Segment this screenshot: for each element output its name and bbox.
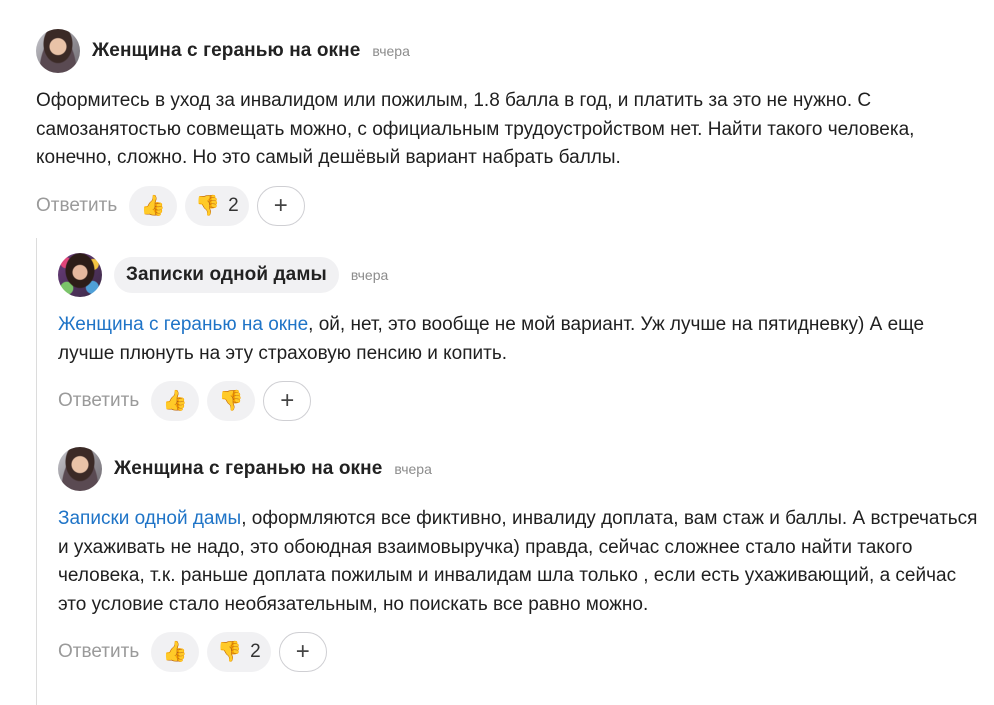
comment-time: вчера [394,461,432,477]
comment-text: Женщина с геранью на окне, ой, нет, это … [58,311,978,368]
avatar[interactable] [36,29,80,73]
reply-button[interactable]: Ответить [58,390,139,412]
thumbs-down-icon: 👎 [217,641,243,663]
comment-actions: Ответить 👍 👎 2 + [36,185,976,227]
plus-icon: + [273,191,288,219]
thumbs-down-icon: 👎 [195,194,221,217]
comment-time: вчера [372,43,410,59]
thumbs-up-icon: 👍 [140,194,166,217]
like-button[interactable]: 👍 [151,632,200,672]
dislike-button[interactable]: 👎 2 [207,632,271,672]
comment-actions: Ответить 👍 👎 + [58,380,978,422]
dislike-button[interactable]: 👎 2 [185,185,249,226]
author-name[interactable]: Женщина с геранью на окне [92,40,360,62]
comment-actions: Ответить 👍 👎 2 + [58,631,978,673]
thumbs-up-icon: 👍 [162,390,188,412]
dislike-button[interactable]: 👎 [207,381,256,421]
plus-icon: + [295,638,310,665]
author-name[interactable]: Записки одной дамы [114,257,339,293]
reply-comment: Записки одной дамы вчера Женщина с геран… [58,252,978,422]
dislike-count: 2 [250,641,261,662]
like-button[interactable]: 👍 [129,185,178,226]
mention-link[interactable]: Женщина с геранью на окне [58,314,308,335]
add-reaction-button[interactable]: + [256,185,305,226]
thumbs-up-icon: 👍 [162,641,188,663]
comment-text: Оформитесь в уход за инвалидом или пожил… [36,90,915,168]
mention-link[interactable]: Записки одной дамы [58,508,241,529]
add-reaction-button[interactable]: + [278,632,327,672]
comment-header: Женщина с геранью на окне вчера [58,446,978,492]
reply-button[interactable]: Ответить [36,195,117,217]
comment-text: Записки одной дамы, оформляются все фикт… [58,505,978,619]
add-reaction-button[interactable]: + [263,381,312,421]
avatar[interactable] [58,447,102,491]
like-button[interactable]: 👍 [151,381,200,421]
comment: Женщина с геранью на окне вчера Оформите… [36,28,976,227]
reply-comment: Женщина с геранью на окне вчера Записки … [58,446,978,673]
comment-header: Записки одной дамы вчера [58,252,978,298]
comment-time: вчера [350,267,389,283]
comment-header: Женщина с геранью на окне вчера [36,28,976,74]
avatar[interactable] [58,253,102,297]
author-name[interactable]: Женщина с геранью на окне [114,458,382,480]
reply-button[interactable]: Ответить [58,641,139,663]
plus-icon: + [280,387,295,414]
thread-line [36,238,37,705]
dislike-count: 2 [228,194,239,216]
thumbs-down-icon: 👎 [218,390,244,412]
